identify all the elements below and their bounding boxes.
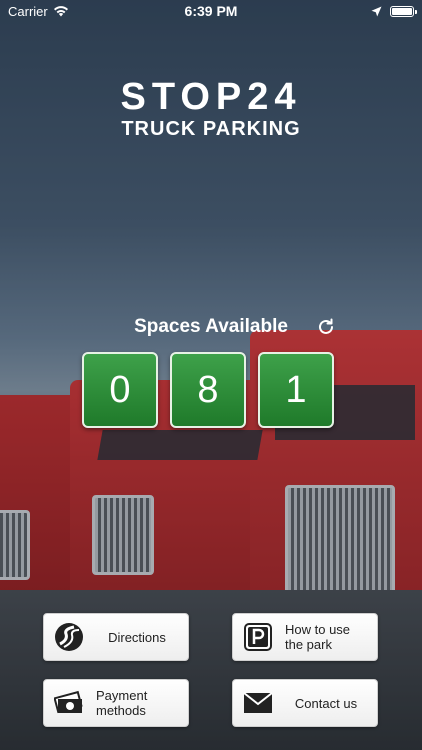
battery-icon	[390, 5, 417, 17]
clock: 6:39 PM	[184, 3, 238, 19]
app-logo: STOP24 TRUCK PARKING	[0, 78, 422, 141]
how-to-use-button[interactable]: How to use the park	[232, 613, 378, 661]
directions-label: Directions	[108, 629, 166, 645]
counter-digit: 1	[258, 352, 334, 428]
parking-icon	[243, 622, 273, 652]
directions-button[interactable]: Directions	[43, 613, 189, 661]
logo-subtitle: TRUCK PARKING	[121, 118, 301, 140]
cash-icon	[54, 688, 84, 718]
refresh-icon[interactable]	[316, 317, 336, 337]
how-to-use-label: How to use the park	[285, 622, 351, 652]
counter-digit: 0	[82, 352, 158, 428]
contact-us-button[interactable]: Contact us	[232, 679, 378, 727]
payment-methods-label: Payment methods	[96, 688, 148, 718]
spaces-counter: 0 8 1	[82, 352, 334, 428]
logo-title: STOP24	[120, 76, 302, 118]
status-bar: Carrier 6:39 PM	[0, 0, 422, 22]
counter-digit: 8	[170, 352, 246, 428]
spaces-available-label: Spaces Available	[134, 316, 288, 337]
road-icon	[54, 622, 84, 652]
payment-methods-button[interactable]: Payment methods	[43, 679, 189, 727]
envelope-icon	[243, 688, 273, 718]
contact-us-label: Contact us	[294, 695, 358, 711]
